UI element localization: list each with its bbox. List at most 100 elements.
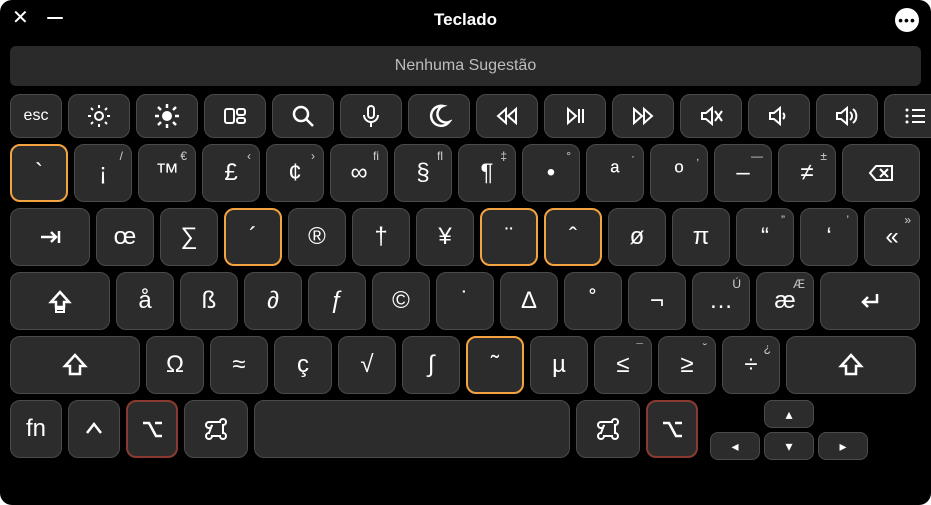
key-volume-down[interactable]: [748, 94, 810, 138]
key-label: ®: [308, 225, 326, 249]
key-s[interactable]: ß: [180, 272, 238, 330]
key-e[interactable]: ´: [224, 208, 282, 266]
key-minus[interactable]: —–: [714, 144, 772, 202]
ctrl-icon: [81, 416, 107, 442]
key-9[interactable]: ·ª: [586, 144, 644, 202]
key-4[interactable]: ›¢: [266, 144, 324, 202]
key-label: π: [693, 225, 710, 249]
key-label: esc: [24, 108, 49, 124]
key-dictation[interactable]: [340, 94, 402, 138]
key-label: ∑: [180, 225, 197, 249]
key-7[interactable]: ‡¶: [458, 144, 516, 202]
key-brightness-down[interactable]: [68, 94, 130, 138]
key-cmd-right[interactable]: [576, 400, 640, 458]
key-fn[interactable]: fn: [10, 400, 62, 458]
cmd-icon: [203, 416, 229, 442]
key-h[interactable]: ˙: [436, 272, 494, 330]
key-mission-control[interactable]: [204, 94, 266, 138]
key-label: ≥: [680, 353, 693, 377]
key-backtick[interactable]: `: [10, 144, 68, 202]
key-backspace[interactable]: [842, 144, 920, 202]
key-esc[interactable]: esc: [10, 94, 62, 138]
key-6[interactable]: ﬂ§: [394, 144, 452, 202]
key-i[interactable]: ˆ: [544, 208, 602, 266]
key-g[interactable]: ©: [372, 272, 430, 330]
key-label: ‘: [826, 225, 831, 249]
key-top-label: ‚: [696, 149, 699, 163]
key-mute[interactable]: [680, 94, 742, 138]
key-8[interactable]: °•: [522, 144, 580, 202]
more-icon[interactable]: •••: [895, 8, 919, 32]
key-top-label: ‡: [500, 149, 507, 163]
key-f[interactable]: ƒ: [308, 272, 366, 330]
key-z[interactable]: Ω: [146, 336, 204, 394]
key-0[interactable]: ‚º: [650, 144, 708, 202]
key-v[interactable]: √: [338, 336, 396, 394]
key-1[interactable]: /¡: [74, 144, 132, 202]
key-cmd-left[interactable]: [184, 400, 248, 458]
key-x[interactable]: ≈: [210, 336, 268, 394]
key-n[interactable]: ˜: [466, 336, 524, 394]
key-rewind[interactable]: [476, 94, 538, 138]
key-l[interactable]: ¬: [628, 272, 686, 330]
key-play-pause[interactable]: [544, 94, 606, 138]
key-list[interactable]: [884, 94, 931, 138]
key-u[interactable]: ¨: [480, 208, 538, 266]
key-shift-right[interactable]: [786, 336, 916, 394]
key-backslash[interactable]: »«: [864, 208, 920, 266]
key-semicolon[interactable]: Ú…: [692, 272, 750, 330]
arrow-left[interactable]: ◂: [710, 432, 760, 460]
arrow-up[interactable]: ▴: [764, 400, 814, 428]
minimize-icon[interactable]: [47, 17, 63, 19]
key-option-right[interactable]: [646, 400, 698, 458]
key-brightness-up[interactable]: [136, 94, 198, 138]
key-comma[interactable]: ¯≤: [594, 336, 652, 394]
key-top-label: ﬂ: [437, 149, 443, 163]
key-period[interactable]: ˘≥: [658, 336, 716, 394]
ff-icon: [630, 103, 656, 129]
key-caps[interactable]: [10, 272, 110, 330]
key-bracket-close[interactable]: ’‘: [800, 208, 858, 266]
key-label: ç: [297, 353, 309, 377]
key-bracket-open[interactable]: ”“: [736, 208, 794, 266]
arrow-right[interactable]: ▸: [818, 432, 868, 460]
key-j[interactable]: ∆: [500, 272, 558, 330]
key-dnd[interactable]: [408, 94, 470, 138]
key-a[interactable]: å: [116, 272, 174, 330]
key-k[interactable]: ˚: [564, 272, 622, 330]
close-icon[interactable]: ✕: [12, 8, 29, 28]
brightness-high-icon: [154, 103, 180, 129]
key-q[interactable]: œ: [96, 208, 154, 266]
key-space[interactable]: [254, 400, 570, 458]
key-m[interactable]: µ: [530, 336, 588, 394]
key-o[interactable]: ø: [608, 208, 666, 266]
key-shift-left[interactable]: [10, 336, 140, 394]
key-5[interactable]: ﬁ∞: [330, 144, 388, 202]
key-3[interactable]: ‹£: [202, 144, 260, 202]
key-d[interactable]: ∂: [244, 272, 302, 330]
key-spotlight[interactable]: [272, 94, 334, 138]
key-equals[interactable]: ±≠: [778, 144, 836, 202]
key-label: µ: [552, 353, 566, 377]
key-t[interactable]: †: [352, 208, 410, 266]
key-ctrl[interactable]: [68, 400, 120, 458]
key-label: ∂: [267, 289, 279, 313]
key-label: ©: [392, 289, 410, 313]
key-label: ¥: [438, 225, 451, 249]
key-y[interactable]: ¥: [416, 208, 474, 266]
key-r[interactable]: ®: [288, 208, 346, 266]
key-slash[interactable]: ¿÷: [722, 336, 780, 394]
key-volume-up[interactable]: [816, 94, 878, 138]
key-label: ÷: [744, 353, 757, 377]
key-option-left[interactable]: [126, 400, 178, 458]
key-c[interactable]: ç: [274, 336, 332, 394]
key-2[interactable]: €™: [138, 144, 196, 202]
key-quote[interactable]: Ææ: [756, 272, 814, 330]
key-p[interactable]: π: [672, 208, 730, 266]
key-return[interactable]: [820, 272, 920, 330]
key-fast-forward[interactable]: [612, 94, 674, 138]
key-b[interactable]: ∫: [402, 336, 460, 394]
key-w[interactable]: ∑: [160, 208, 218, 266]
arrow-down[interactable]: ▾: [764, 432, 814, 460]
key-tab[interactable]: [10, 208, 90, 266]
